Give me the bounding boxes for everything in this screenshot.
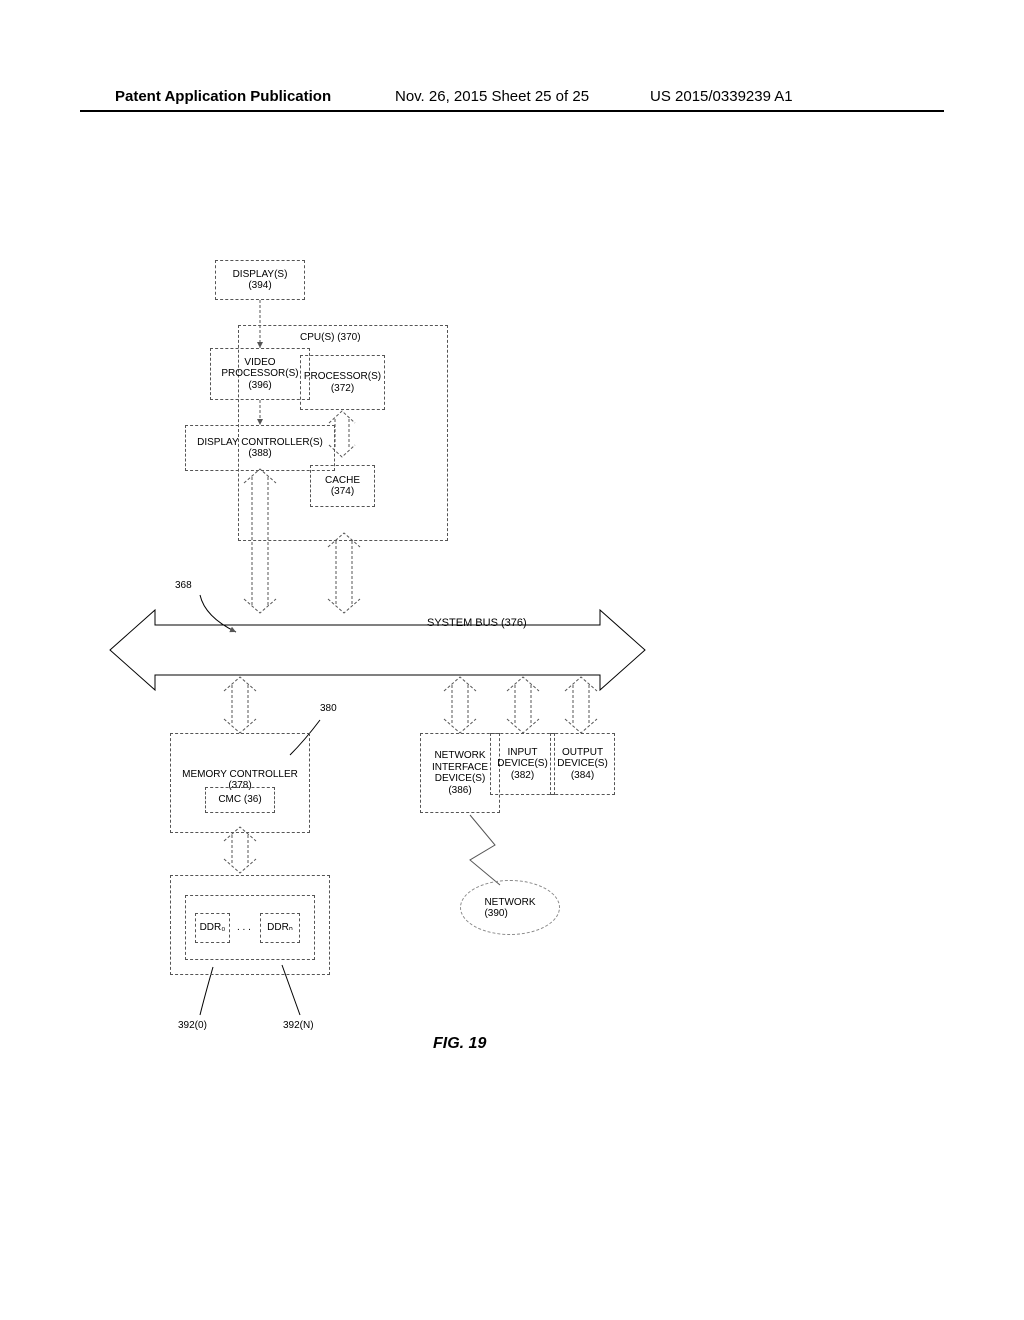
video-processor-label: VIDEO PROCESSOR(S) (396) <box>221 357 298 392</box>
memory-controller-box: MEMORY CONTROLLER (378) <box>170 733 310 833</box>
video-processor-box: VIDEO PROCESSOR(S) (396) <box>210 348 310 400</box>
ref-392-0: 392(0) <box>178 1020 207 1031</box>
date-sheet-label: Nov. 26, 2015 Sheet 25 of 25 <box>395 88 589 105</box>
ref-392-n: 392(N) <box>283 1020 314 1031</box>
cache-label: CACHE (374) <box>325 475 360 498</box>
ddr-dots: . . . <box>237 922 251 933</box>
cmc-label: CMC (36) <box>218 794 261 806</box>
display-label: DISPLAY(S) (394) <box>233 269 288 292</box>
output-device-label: OUTPUT DEVICE(S) (384) <box>557 747 608 782</box>
display-box: DISPLAY(S) (394) <box>215 260 305 300</box>
pub-number: US 2015/0339239 A1 <box>650 88 793 105</box>
ddrn-label: DDRₙ <box>267 922 293 934</box>
network-cloud: NETWORK (390) <box>460 880 560 935</box>
system-bus-label: SYSTEM BUS (376) <box>427 617 527 629</box>
ref-380: 380 <box>320 703 337 714</box>
ddr0-label: DDR₀ <box>200 922 226 934</box>
input-device-label: INPUT DEVICE(S) (382) <box>497 747 548 782</box>
ref-368: 368 <box>175 580 192 591</box>
diagram-connectors <box>0 165 1024 1245</box>
processor-box: PROCESSOR(S) (372) <box>300 355 385 410</box>
cpu-container-label: CPU(S) (370) <box>300 332 361 343</box>
ddrn-box: DDRₙ <box>260 913 300 943</box>
cmc-box: CMC (36) <box>205 787 275 813</box>
output-device-box: OUTPUT DEVICE(S) (384) <box>550 733 615 795</box>
network-interface-box: NETWORK INTERFACE DEVICE(S) (386) <box>420 733 500 813</box>
cache-box: CACHE (374) <box>310 465 375 507</box>
input-device-box: INPUT DEVICE(S) (382) <box>490 733 555 795</box>
network-label: NETWORK (390) <box>484 897 535 919</box>
display-controller-label: DISPLAY CONTROLLER(S) (388) <box>197 437 323 460</box>
page-header: Patent Application Publication Nov. 26, … <box>0 88 1024 110</box>
processor-label: PROCESSOR(S) (372) <box>304 371 381 394</box>
pub-label: Patent Application Publication <box>115 88 331 105</box>
figure-label: FIG. 19 <box>433 1035 486 1053</box>
network-interface-label: NETWORK INTERFACE DEVICE(S) (386) <box>432 750 488 796</box>
ddr0-box: DDR₀ <box>195 913 230 943</box>
header-rule <box>80 110 944 112</box>
diagram-canvas: 368 DISPLAY(S) (394) VIDEO PROCESSOR(S) … <box>0 165 1024 1245</box>
